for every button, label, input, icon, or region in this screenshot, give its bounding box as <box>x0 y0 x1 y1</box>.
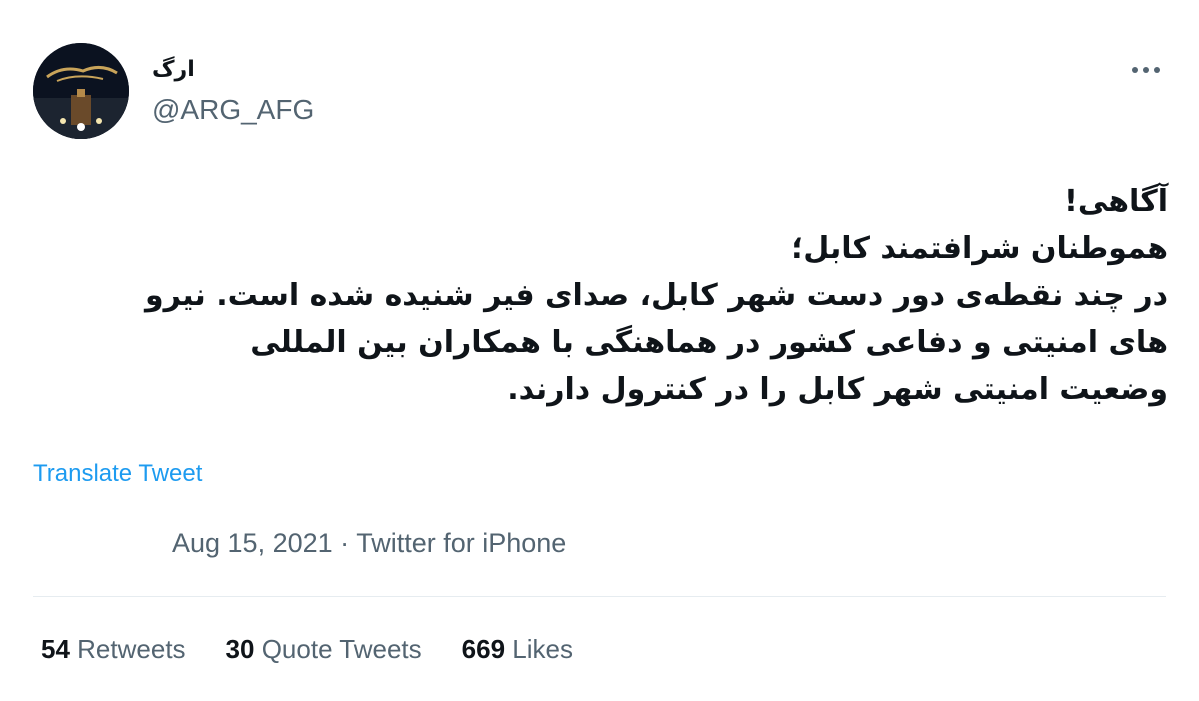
user-handle[interactable]: @ARG_AFG <box>152 94 314 126</box>
retweets-count: 54 <box>41 634 70 664</box>
display-name[interactable]: ارگ <box>152 56 195 82</box>
quote-tweets-label: Quote Tweets <box>261 634 422 664</box>
tweet-text-line: های امنیتی و دفاعی کشور در هماهنگی با هم… <box>250 325 1168 360</box>
tweet-text: آگاهی! هموطنان شرافتمند کابل؛ در چند نقط… <box>60 178 1168 413</box>
quote-tweets-stat[interactable]: 30 Quote Tweets <box>226 634 422 665</box>
tweet-text-line: در چند نقطه‌ی دور دست شهر کابل، صدای فیر… <box>144 278 1168 313</box>
translate-tweet-link[interactable]: Translate Tweet <box>33 460 202 488</box>
tweet-date[interactable]: Aug 15, 2021 <box>172 528 333 558</box>
likes-stat[interactable]: 669 Likes <box>462 634 573 665</box>
tweet-source[interactable]: Twitter for iPhone <box>356 528 566 558</box>
retweets-stat[interactable]: 54 Retweets <box>41 634 186 665</box>
more-options-button[interactable] <box>1128 52 1164 88</box>
divider <box>33 596 1166 597</box>
tweet-text-line: هموطنان شرافتمند کابل؛ <box>791 231 1168 266</box>
likes-count: 669 <box>461 634 506 664</box>
likes-label: Likes <box>512 634 573 664</box>
avatar[interactable] <box>33 43 129 139</box>
retweets-label: Retweets <box>77 634 186 664</box>
quote-tweets-count: 30 <box>225 634 255 664</box>
tweet-text-line: آگاهی! <box>1064 184 1168 219</box>
tweet-meta: Aug 15, 2021 · Twitter for iPhone <box>172 528 566 559</box>
more-horizontal-icon <box>1132 67 1160 73</box>
meta-separator: · <box>340 528 350 558</box>
tweet-stats: 54 Retweets 30 Quote Tweets 669 Likes <box>41 634 613 665</box>
tweet-text-line: وضعیت امنیتی شهر کابل را در کنترول دارند… <box>507 372 1168 407</box>
